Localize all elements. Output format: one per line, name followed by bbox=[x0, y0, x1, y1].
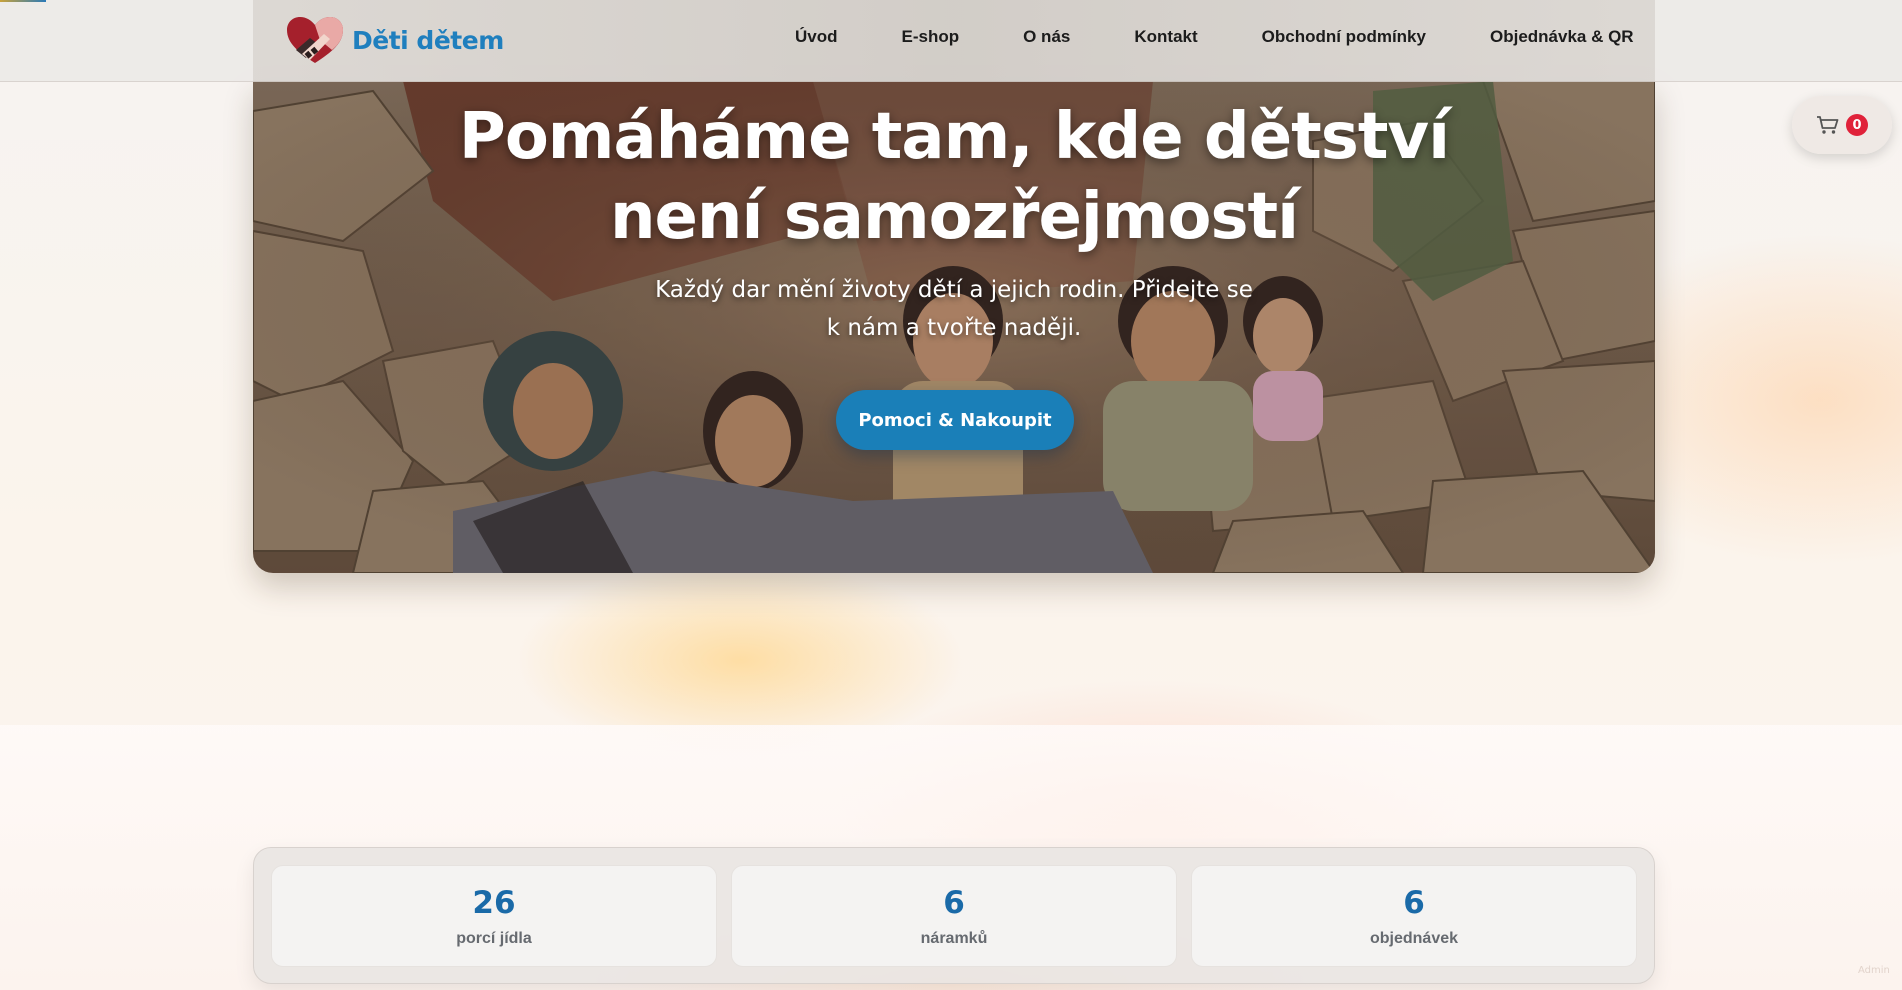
help-and-shop-button[interactable]: Pomoci & Nakoupit bbox=[836, 390, 1074, 450]
nav-item-kontakt[interactable]: Kontakt bbox=[1134, 27, 1197, 47]
cart-count-badge: 0 bbox=[1846, 114, 1868, 136]
nav-item-obchodni-podminky[interactable]: Obchodní podmínky bbox=[1262, 27, 1426, 47]
nav-item-eshop[interactable]: E-shop bbox=[902, 27, 960, 47]
nav-item-objednavka-qr[interactable]: Objednávka & QR bbox=[1490, 27, 1634, 47]
nav-item-o-nas[interactable]: O nás bbox=[1023, 27, 1070, 47]
stat-value: 6 bbox=[943, 885, 965, 921]
stat-card-bracelets: 6 náramků bbox=[731, 865, 1177, 967]
progress-indicator bbox=[0, 0, 46, 2]
stat-card-meals: 26 porcí jídla bbox=[271, 865, 717, 967]
stat-value: 26 bbox=[472, 885, 516, 921]
stat-label: objednávek bbox=[1369, 930, 1459, 947]
stat-label: náramků bbox=[920, 930, 988, 947]
stat-value: 6 bbox=[1403, 885, 1425, 921]
nav-item-uvod[interactable]: Úvod bbox=[795, 27, 838, 47]
admin-link[interactable]: Admin bbox=[1858, 965, 1890, 976]
stat-label: porcí jídla bbox=[456, 930, 532, 947]
brand-name: Děti dětem bbox=[352, 25, 504, 55]
main-nav: Úvod E-shop O nás Kontakt Obchodní podmí… bbox=[795, 27, 1634, 47]
hero-subtitle: Každý dar mění životy dětí a jejich rodi… bbox=[655, 277, 1253, 341]
stat-card-orders: 6 objednávek bbox=[1191, 865, 1637, 967]
hero-title: Pomáháme tam, kde dětství není samozřejm… bbox=[458, 100, 1450, 254]
heart-handshake-icon bbox=[287, 17, 343, 63]
hero-banner: Pomáháme tam, kde dětství není samozřejm… bbox=[253, 81, 1655, 573]
site-header: Děti dětem Úvod E-shop O nás Kontakt Obc… bbox=[0, 0, 1902, 82]
impact-stats: 26 porcí jídla 6 náramků 6 objednávek bbox=[253, 847, 1655, 984]
logo-link[interactable]: Děti dětem bbox=[284, 14, 504, 66]
cart-icon bbox=[1817, 116, 1839, 134]
cart-button[interactable]: 0 bbox=[1792, 96, 1892, 154]
